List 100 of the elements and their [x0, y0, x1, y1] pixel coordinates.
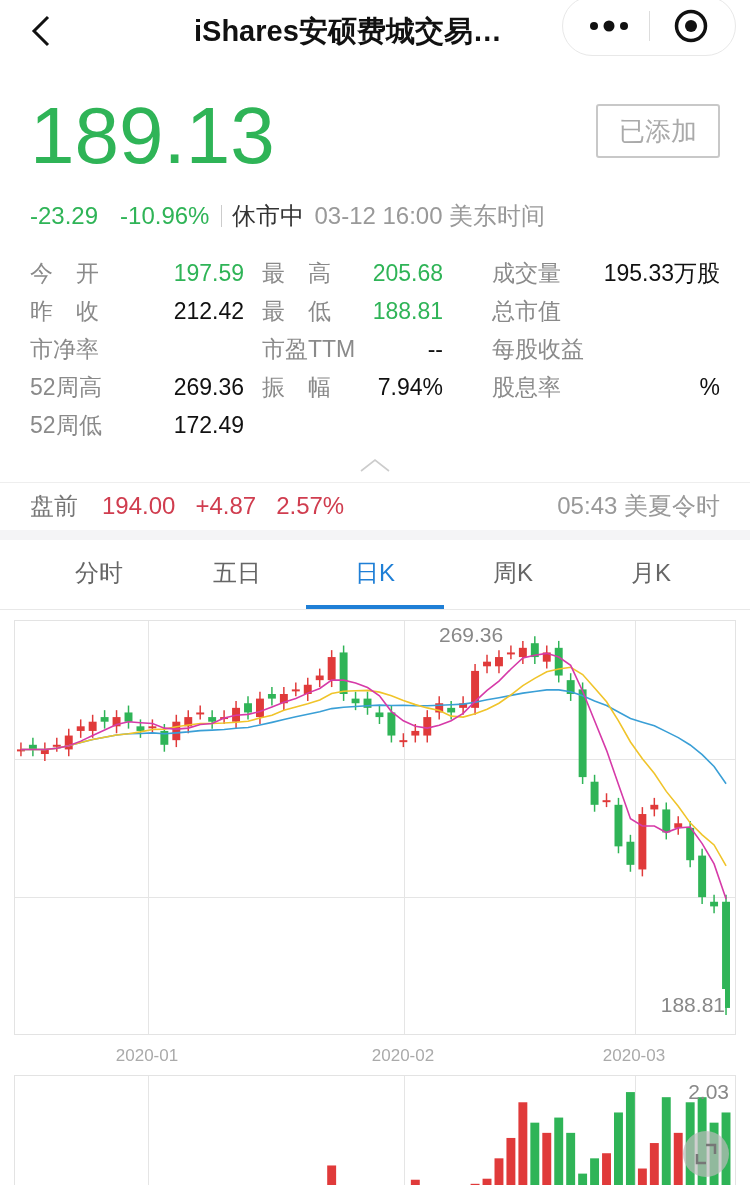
candle	[148, 718, 157, 734]
candle	[279, 686, 288, 711]
price-change: -23.29	[30, 201, 99, 231]
candle	[136, 718, 145, 739]
chart-tab[interactable]: 月K	[582, 540, 720, 609]
premarket-time: 05:43 美夏令时	[557, 490, 720, 521]
candle	[518, 640, 527, 665]
date-label: 2020-01	[115, 1045, 179, 1067]
volume-bar	[482, 1178, 492, 1185]
candle	[184, 709, 193, 734]
more-icon[interactable]	[589, 20, 629, 32]
premarket-label: 盘前	[30, 490, 78, 521]
candle	[267, 686, 276, 707]
stat-value: %	[699, 373, 720, 402]
volume-bar	[590, 1158, 600, 1185]
candle	[662, 801, 671, 841]
chart-tab[interactable]: 五日	[168, 540, 306, 609]
candle	[303, 677, 312, 702]
current-price: 189.13	[30, 96, 275, 176]
volume-bar	[649, 1143, 659, 1185]
candle	[112, 709, 121, 734]
candle	[291, 681, 300, 698]
stat-label: 振 幅	[262, 373, 331, 402]
candle	[315, 667, 324, 688]
candle	[530, 635, 539, 665]
candle	[638, 806, 647, 878]
candle	[220, 709, 229, 725]
candle	[471, 663, 480, 716]
candle	[542, 644, 551, 670]
stat-label: 成交量	[492, 259, 561, 288]
candle	[626, 834, 635, 873]
stat-label: 总市值	[492, 297, 561, 326]
candle	[614, 797, 623, 855]
stat-value: 269.36	[173, 373, 244, 402]
stat-label: 52周高	[30, 373, 102, 402]
candle	[399, 732, 408, 748]
premarket-price: 194.00	[102, 490, 176, 521]
stat-value: --	[427, 335, 443, 364]
candle	[40, 741, 49, 762]
stat-value: 197.59	[173, 259, 244, 288]
stat-label: 市净率	[30, 335, 99, 364]
chart-tab[interactable]: 周K	[444, 540, 582, 609]
candle	[674, 815, 683, 836]
quote-time: 03-12 16:00 美东时间	[314, 201, 546, 231]
candle	[363, 690, 372, 716]
date-label: 2020-02	[371, 1045, 435, 1067]
volume-bar	[327, 1165, 337, 1185]
candle	[244, 695, 252, 721]
change-percent: -10.96%	[120, 201, 210, 231]
candle	[17, 741, 25, 758]
stat-label: 最 低	[262, 297, 331, 326]
candle	[100, 709, 109, 730]
stat-label: 市盈TTM	[262, 335, 356, 364]
candle	[52, 737, 61, 753]
stat-label: 股息率	[492, 373, 561, 402]
candle	[686, 820, 695, 868]
chart-tab[interactable]: 日K	[306, 540, 444, 609]
candle	[64, 727, 73, 758]
candle	[327, 649, 336, 688]
candle	[28, 737, 37, 758]
stat-value: 195.33万股	[603, 259, 720, 288]
candle	[590, 774, 599, 813]
candle	[423, 709, 432, 744]
stat-label: 最 高	[262, 259, 331, 288]
stat-value: 212.42	[173, 297, 244, 326]
volume-bar	[578, 1173, 588, 1185]
candle	[554, 640, 563, 684]
volume-bar	[410, 1179, 420, 1185]
candle	[339, 644, 348, 702]
volume-bar	[566, 1132, 576, 1185]
candle	[459, 695, 468, 716]
stat-label: 今 开	[30, 259, 99, 288]
candle	[650, 797, 659, 818]
candle	[710, 894, 719, 915]
stat-value: 205.68	[372, 259, 443, 288]
volume-bar	[530, 1122, 540, 1185]
stat-label: 52周低	[30, 411, 102, 440]
market-status: 休市中	[232, 201, 305, 231]
candle	[483, 654, 491, 674]
target-icon[interactable]	[674, 9, 708, 43]
candle	[411, 723, 420, 744]
candle	[387, 704, 396, 744]
chart-tab[interactable]: 分时	[30, 540, 168, 609]
candle	[495, 649, 503, 674]
high-label: 269.36	[439, 622, 504, 648]
stat-value: 7.94%	[377, 373, 443, 402]
stat-label: 昨 收	[30, 297, 99, 326]
candle	[88, 714, 97, 739]
candle	[602, 792, 611, 808]
stat-value: 188.81	[372, 297, 443, 326]
volume-bar	[637, 1168, 647, 1185]
candle	[124, 704, 133, 730]
volume-bar	[506, 1137, 516, 1185]
candle	[256, 690, 264, 725]
expand-icon	[694, 1142, 718, 1166]
candle	[698, 847, 707, 905]
candle	[566, 672, 575, 702]
candle	[447, 700, 456, 721]
back-icon[interactable]	[30, 14, 52, 48]
candle	[76, 718, 85, 739]
